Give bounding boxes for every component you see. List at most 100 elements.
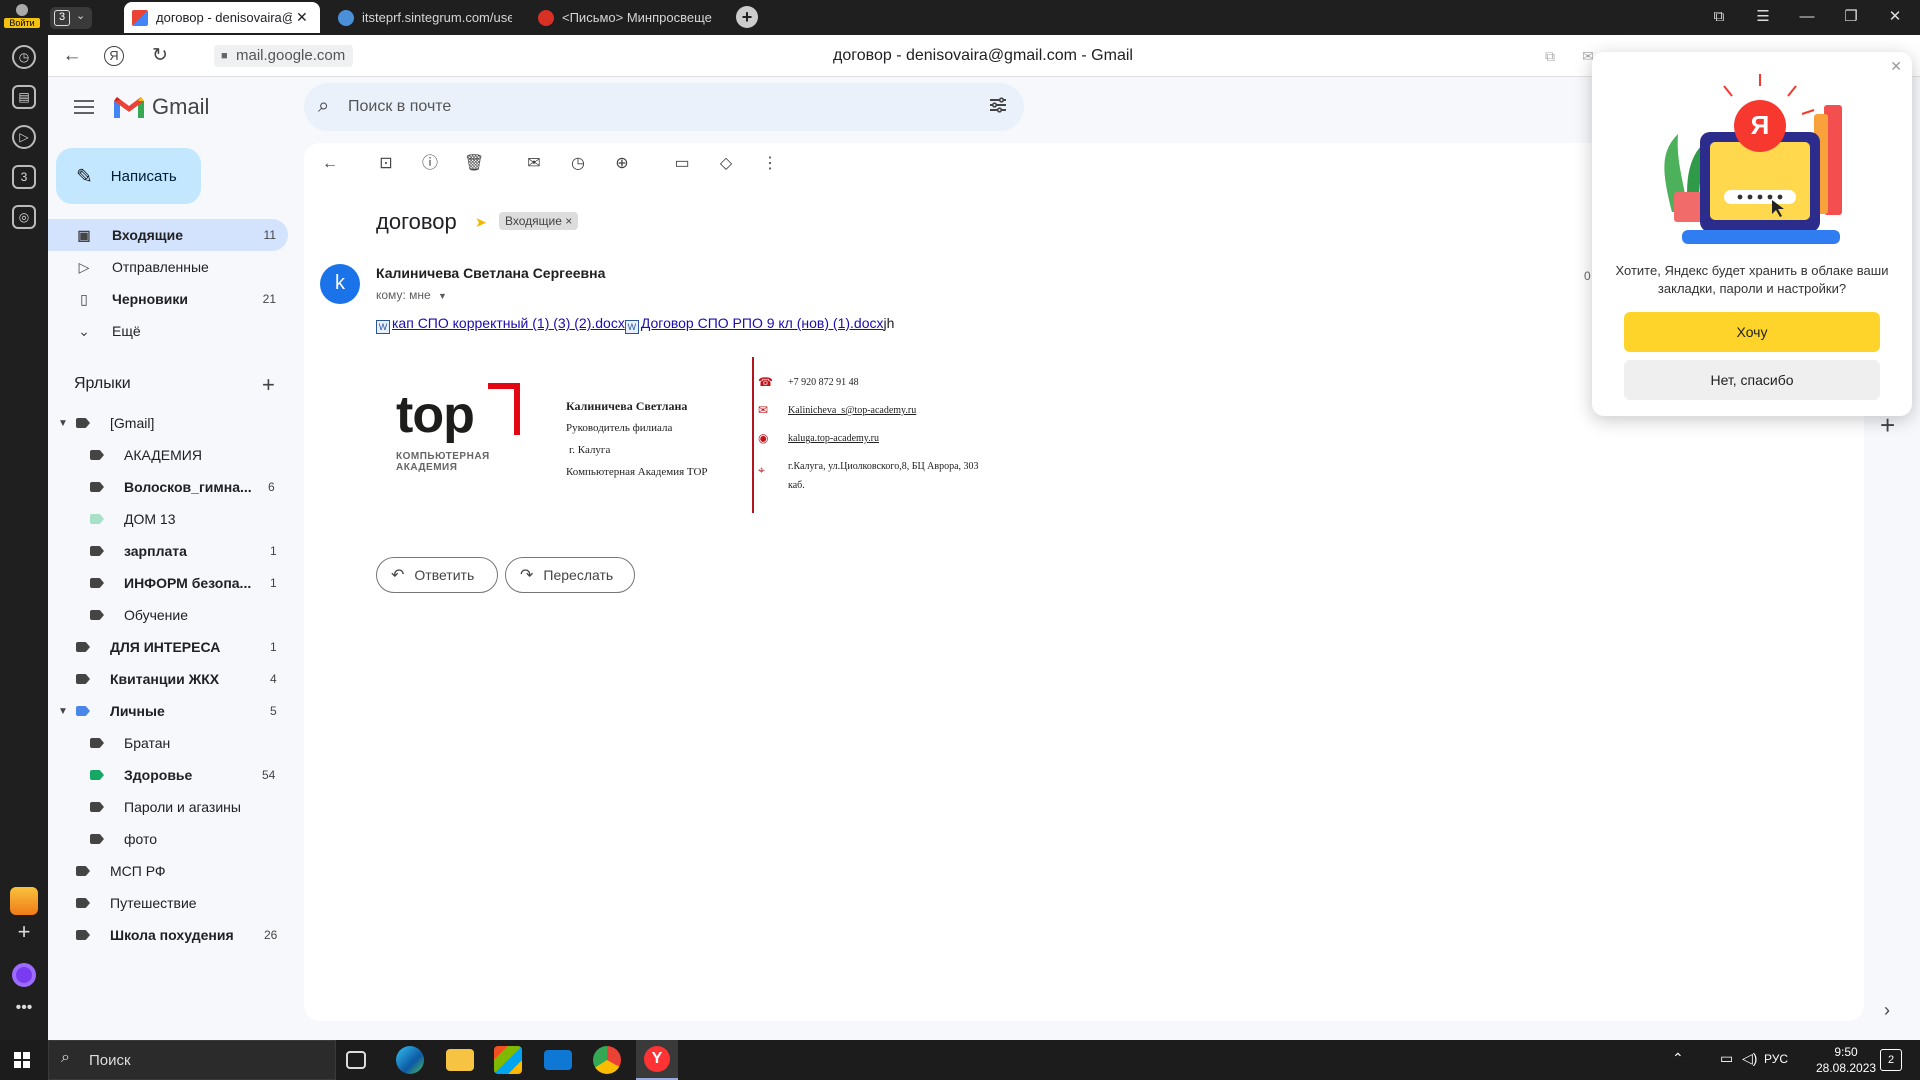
search-input[interactable] <box>348 83 948 131</box>
decline-button[interactable]: Нет, спасибо <box>1624 360 1880 400</box>
chrome-icon[interactable] <box>593 1046 621 1074</box>
profile-button[interactable]: Войти <box>4 2 40 33</box>
reload-icon[interactable]: ↻ <box>148 44 172 68</box>
task-view-icon[interactable] <box>346 1051 366 1069</box>
yandex-icon[interactable]: Я <box>104 46 124 66</box>
caret-down-icon[interactable]: ▼ <box>58 706 68 717</box>
mail-app-icon[interactable] <box>544 1050 572 1070</box>
label-gmail[interactable]: ▼ [Gmail] <box>58 407 286 439</box>
close-icon[interactable]: ✕ <box>296 9 308 26</box>
signature-site-link[interactable]: kaluga.top-academy.ru <box>788 433 879 444</box>
input-language[interactable]: РУС <box>1764 1052 1788 1066</box>
tray-volume-icon[interactable]: ◁) <box>1742 1050 1757 1067</box>
label-as-icon[interactable]: ◇ <box>716 154 736 174</box>
move-to-icon[interactable]: ▭ <box>672 154 692 174</box>
play-icon[interactable]: ▷ <box>12 125 36 149</box>
menu-icon[interactable]: ☰ <box>1748 5 1778 29</box>
attachment-link-2[interactable]: Договор СПО РПО 9 кл (нов) (1).docx <box>641 315 884 331</box>
reply-button[interactable]: ↶ Ответить <box>376 557 498 593</box>
add-icon[interactable]: + <box>12 920 36 944</box>
back-icon[interactable]: ← <box>320 154 340 174</box>
label-obuchenie[interactable]: Обучение <box>90 599 286 631</box>
url-field[interactable]: ■ mail.google.com <box>214 45 354 67</box>
tray-chevron-up-icon[interactable]: ⌃ <box>1672 1050 1684 1067</box>
label-bratan[interactable]: Братан <box>90 727 286 759</box>
minimize-icon[interactable]: — <box>1792 5 1822 29</box>
label-shkola-pohudeniya[interactable]: Школа похудения 26 <box>76 919 286 951</box>
chevron-right-icon[interactable]: › <box>1884 1000 1890 1021</box>
snooze-icon[interactable]: ◷ <box>568 154 588 174</box>
label-akademiya[interactable]: АКАДЕМИЯ <box>90 439 286 471</box>
label-paroli[interactable]: Пароли и агазины <box>90 791 286 823</box>
archive-icon[interactable]: ⊡ <box>376 154 396 174</box>
close-window-icon[interactable]: ✕ <box>1880 5 1910 29</box>
main-menu-icon[interactable] <box>72 96 96 120</box>
search-icon[interactable]: ⌕ <box>318 95 329 118</box>
label-dom13[interactable]: ДОМ 13 <box>90 503 286 535</box>
restore-icon[interactable]: ❐ <box>1836 5 1866 29</box>
label-msp-rf[interactable]: МСП РФ <box>76 855 286 887</box>
collections-icon[interactable]: ▤ <box>12 85 36 109</box>
yandex-mail-app-icon[interactable] <box>10 887 38 915</box>
edge-icon[interactable] <box>396 1046 424 1074</box>
file-explorer-icon[interactable] <box>446 1049 474 1071</box>
mark-unread-icon[interactable]: ✉ <box>524 154 544 174</box>
add-task-icon[interactable]: ⊕ <box>612 154 632 174</box>
share-icon[interactable]: ⧉ <box>1538 44 1562 68</box>
label-zarplata[interactable]: зарплата 1 <box>90 535 286 567</box>
tab-sintegrum[interactable]: itsteprf.sintegrum.com/use <box>330 2 526 33</box>
alice-icon[interactable] <box>12 963 36 987</box>
nav-inbox[interactable]: ▣ Входящие 11 <box>48 219 288 251</box>
notification-center-icon[interactable]: 2 <box>1880 1049 1902 1071</box>
store-icon[interactable] <box>494 1046 522 1074</box>
label-dlya-interesa[interactable]: ДЛЯ ИНТЕРЕСА 1 <box>76 631 286 663</box>
gmail-logo-icon[interactable] <box>112 96 146 120</box>
bookmarks-icon[interactable]: ⧉ <box>1704 5 1734 29</box>
caret-down-icon[interactable]: ▼ <box>58 418 68 429</box>
notification-count: 2 <box>1887 1054 1895 1066</box>
yandex-browser-taskbar-button[interactable]: Y <box>636 1040 678 1080</box>
label-kvitancii[interactable]: Квитанции ЖКХ 4 <box>76 663 286 695</box>
tab-minprosvescheniya[interactable]: <Письмо> Минпросвеще <box>530 2 726 33</box>
label-count: 1 <box>270 640 277 654</box>
send-icon: ▷ <box>78 258 90 275</box>
tray-network-icon[interactable]: ▭ <box>1720 1050 1733 1067</box>
nav-more[interactable]: ⌄ Ещё <box>48 315 288 347</box>
clock[interactable]: 9:50 28.08.2023 <box>1816 1044 1876 1076</box>
compose-button[interactable]: ✎ Написать <box>56 148 201 204</box>
attachment-link-1[interactable]: кап СПО корректный (1) (3) (2).docx <box>392 315 625 331</box>
nav-sent[interactable]: ▷ Отправленные <box>48 251 288 283</box>
label-inform[interactable]: ИНФОРМ безопа... 1 <box>90 567 286 599</box>
screenshot-icon[interactable]: ◎ <box>12 205 36 229</box>
nav-drafts[interactable]: ▯ Черновики 21 <box>48 283 288 315</box>
importance-marker-icon[interactable]: ➤ <box>475 214 487 231</box>
delete-icon[interactable]: 🗑 <box>464 154 484 174</box>
label-text: Волосков_гимна... <box>124 479 252 495</box>
more-vert-icon[interactable]: ⋮ <box>760 154 780 174</box>
label-foto[interactable]: фото <box>90 823 286 855</box>
inbox-label-chip[interactable]: Входящие × <box>499 212 579 230</box>
new-tab-button[interactable]: + <box>736 6 758 28</box>
back-arrow-icon[interactable]: ← <box>60 44 84 68</box>
label-zdorovie[interactable]: Здоровье 54 <box>90 759 286 791</box>
filter-options-icon[interactable] <box>988 95 1008 115</box>
tab-counter[interactable]: 3 ⌄ <box>50 7 92 29</box>
avatar[interactable]: k <box>320 264 360 304</box>
tab-gmail[interactable]: договор - denisovaira@ ✕ <box>124 2 320 33</box>
forward-button[interactable]: ↷ Переслать <box>505 557 635 593</box>
recipient-line[interactable]: кому: мне ▼ <box>376 288 447 302</box>
sender-name[interactable]: Калиничева Светлана Сергеевна <box>376 265 605 281</box>
signature-email-link[interactable]: Kalinicheva_s@top-academy.ru <box>788 405 916 416</box>
history-icon[interactable]: ◷ <box>12 45 36 69</box>
label-voloskov[interactable]: Волосков_гимна... 6 <box>90 471 286 503</box>
label-puteshestvie[interactable]: Путешествие <box>76 887 286 919</box>
more-icon[interactable]: ••• <box>12 999 36 1023</box>
taskbar-search[interactable]: ⌕ Поиск <box>48 1040 336 1080</box>
windows-start-icon[interactable] <box>14 1052 30 1068</box>
add-label-icon[interactable]: + <box>262 372 275 398</box>
label-icon <box>90 546 104 556</box>
accept-button[interactable]: Хочу <box>1624 312 1880 352</box>
label-lichnye[interactable]: ▼ Личные 5 <box>58 695 286 727</box>
tabs-counter-icon[interactable]: 3 <box>12 165 36 189</box>
report-spam-icon[interactable]: ⓘ <box>420 154 440 174</box>
